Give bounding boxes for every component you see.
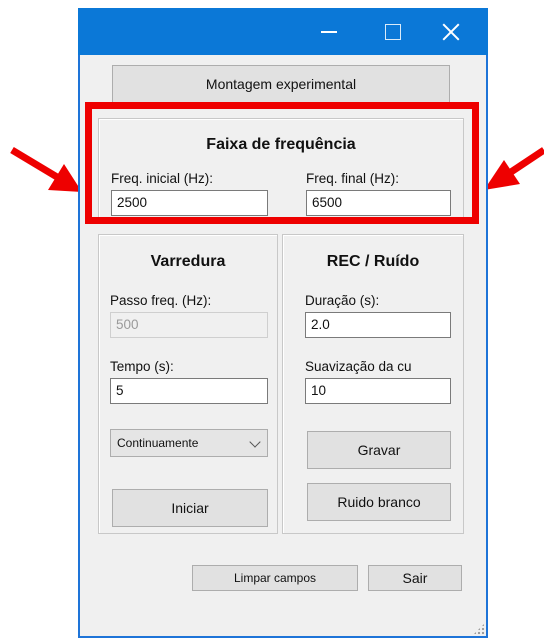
suavizacao-label: Suavização da cu — [305, 359, 412, 374]
resize-grip-icon[interactable] — [473, 623, 485, 635]
highlight-box — [85, 102, 479, 224]
gravar-button[interactable]: Gravar — [307, 431, 451, 469]
close-button[interactable] — [428, 8, 474, 55]
ruido-branco-button[interactable]: Ruido branco — [307, 483, 451, 521]
minimize-button[interactable] — [306, 8, 352, 55]
tempo-input[interactable]: 5 — [110, 378, 268, 404]
passo-freq-label: Passo freq. (Hz): — [110, 293, 212, 308]
rec-ruido-title: REC / Ruído — [326, 253, 420, 270]
mode-select[interactable]: Continuamente — [110, 429, 268, 457]
maximize-button[interactable] — [370, 8, 416, 55]
close-icon — [442, 23, 460, 41]
montagem-experimental-button[interactable]: Montagem experimental — [112, 65, 450, 103]
arrow-right — [484, 147, 544, 190]
iniciar-button[interactable]: Iniciar — [112, 489, 268, 527]
varredura-title: Varredura — [150, 253, 226, 270]
varredura-group: Varredura Passo freq. (Hz): 500 Tempo (s… — [98, 234, 278, 534]
maximize-icon — [385, 23, 401, 40]
sair-button[interactable]: Sair — [368, 565, 462, 591]
arrow-left — [10, 146, 82, 192]
passo-freq-input[interactable]: 500 — [110, 312, 268, 338]
title-bar — [78, 8, 488, 55]
minimize-icon — [321, 30, 337, 33]
duracao-label: Duração (s): — [305, 293, 380, 308]
limpar-campos-button[interactable]: Limpar campos — [192, 565, 358, 591]
rec-ruido-group: REC / Ruído Duração (s): 2.0 Suavização … — [282, 234, 464, 534]
duracao-input[interactable]: 2.0 — [305, 312, 451, 338]
tempo-label: Tempo (s): — [110, 359, 174, 374]
suavizacao-input[interactable]: 10 — [305, 378, 451, 404]
mode-select-value: Continuamente — [117, 436, 199, 450]
chevron-down-icon — [249, 436, 261, 448]
